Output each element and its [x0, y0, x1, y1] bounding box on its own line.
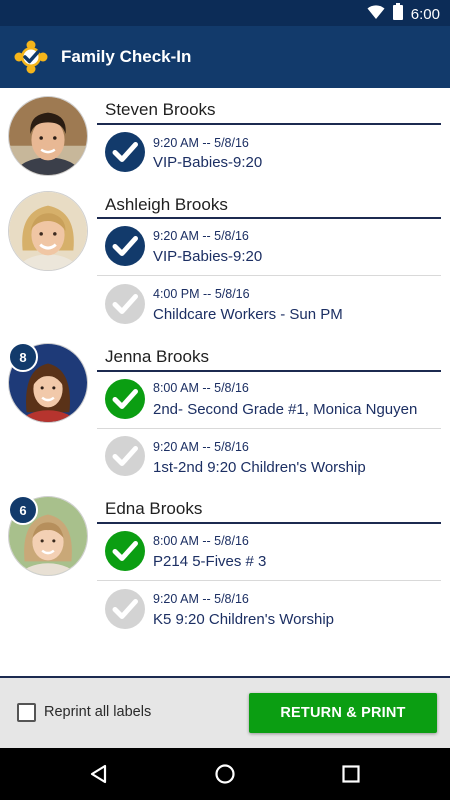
check-circle-icon[interactable] — [105, 226, 145, 266]
check-circle-icon[interactable] — [105, 132, 145, 172]
age-badge: 6 — [8, 495, 38, 525]
person-name: Ashleigh Brooks — [105, 195, 228, 214]
row-divider — [97, 428, 441, 429]
family-list: Steven Brooks 9:20 AM -- 5/8/16 VIP-Babi… — [0, 88, 450, 676]
check-circle-icon[interactable] — [105, 379, 145, 419]
back-icon[interactable] — [88, 763, 110, 785]
avatar-ashleigh — [8, 191, 88, 271]
home-icon[interactable] — [214, 763, 236, 785]
nav-bar — [0, 748, 450, 800]
checkin-time: 9:20 AM -- 5/8/16 — [153, 229, 249, 243]
footer: Reprint all labels RETURN & PRINT — [0, 678, 450, 748]
checkin-time: 4:00 PM -- 5/8/16 — [153, 287, 250, 301]
checkin-time: 8:00 AM -- 5/8/16 — [153, 381, 249, 395]
check-circle-icon[interactable] — [105, 436, 145, 476]
checkin-title: VIP-Babies-9:20 — [153, 154, 263, 171]
checkin-title: 2nd- Second Grade #1, Monica Nguyen — [153, 401, 418, 418]
row-divider — [97, 580, 441, 581]
checkin-time: 9:20 AM -- 5/8/16 — [153, 440, 249, 454]
check-badge-icon — [13, 39, 49, 75]
status-time: 6:00 — [410, 5, 440, 23]
status-icons: 6:00 — [367, 3, 440, 25]
check-circle-icon[interactable] — [105, 531, 145, 571]
row-divider — [97, 275, 441, 276]
checkin-time: 9:20 AM -- 5/8/16 — [153, 592, 249, 606]
checkin-time: 9:20 AM -- 5/8/16 — [153, 136, 249, 150]
app-bar: Family Check-In — [0, 26, 450, 88]
wifi-icon — [367, 4, 385, 25]
checkin-title: VIP-Babies-9:20 — [153, 248, 263, 265]
checkin-time: 8:00 AM -- 5/8/16 — [153, 534, 249, 548]
status-bar: 6:00 — [0, 0, 450, 26]
recents-icon[interactable] — [340, 763, 362, 785]
name-divider — [97, 522, 441, 524]
checkin-title: Childcare Workers - Sun PM — [153, 306, 343, 323]
reprint-label[interactable]: Reprint all labels — [44, 704, 151, 720]
checkin-title: P214 5-Fives # 3 — [153, 553, 267, 570]
name-divider — [97, 123, 441, 125]
name-divider — [97, 370, 441, 372]
app-title: Family Check-In — [61, 47, 192, 66]
check-circle-icon[interactable] — [105, 589, 145, 629]
age-badge: 8 — [8, 342, 38, 372]
person-name: Edna Brooks — [105, 499, 203, 518]
person-name: Jenna Brooks — [105, 347, 209, 366]
checkin-title: 1st-2nd 9:20 Children's Worship — [153, 459, 366, 476]
name-divider — [97, 217, 441, 219]
checkin-title: K5 9:20 Children's Worship — [153, 611, 335, 628]
battery-icon — [392, 3, 403, 25]
person-name: Steven Brooks — [105, 100, 216, 119]
avatar-steven — [8, 96, 88, 176]
reprint-checkbox[interactable] — [17, 703, 36, 722]
check-circle-icon[interactable] — [105, 284, 145, 324]
return-print-button[interactable]: RETURN & PRINT — [249, 693, 437, 733]
